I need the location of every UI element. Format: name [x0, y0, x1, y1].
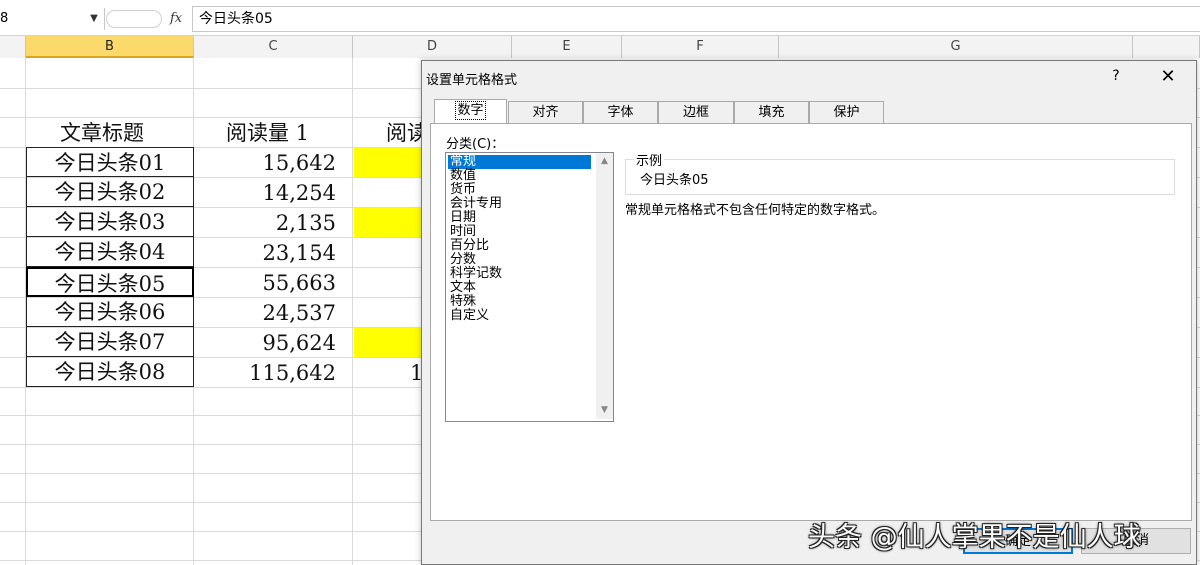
highlighted-cell[interactable] — [354, 208, 424, 237]
category-item[interactable]: 日期 — [448, 211, 591, 225]
column-gridline — [352, 58, 353, 565]
formula-input[interactable]: 今日头条05 — [192, 6, 1200, 32]
watermark-text: 头条 @仙人掌果不是仙人球 — [808, 522, 1141, 553]
title-cell[interactable]: 今日头条01 — [26, 147, 194, 177]
dialog-title: 设置单元格格式 — [426, 73, 518, 88]
category-item[interactable]: 货币 — [448, 183, 591, 197]
format-cells-dialog: 设置单元格格式 ? ✕ 数字 对齐 字体 边框 填充 保护 分类(C)： 常规 … — [421, 60, 1197, 565]
reads-cell[interactable]: 23,154 — [194, 238, 344, 268]
column-header-h[interactable] — [1133, 36, 1200, 58]
tab-alignment[interactable]: 对齐 — [508, 101, 583, 123]
reads-cell[interactable]: 24,537 — [194, 298, 344, 328]
category-item-general[interactable]: 常规 — [448, 155, 591, 169]
reads-cell[interactable]: 15,642 — [194, 148, 344, 178]
category-item[interactable]: 自定义 — [448, 309, 591, 323]
sample-legend: 示例 — [634, 150, 665, 169]
category-item[interactable]: 文本 — [448, 281, 591, 295]
tab-fill[interactable]: 填充 — [734, 101, 809, 123]
category-item[interactable]: 特殊 — [448, 295, 591, 309]
format-description: 常规单元格格式不包含任何特定的数字格式。 — [625, 203, 886, 218]
chevron-down-icon[interactable]: ▼ — [88, 10, 100, 28]
column-header-c[interactable]: C — [194, 36, 353, 58]
help-button[interactable]: ? — [1106, 65, 1126, 87]
sample-value: 今日头条05 — [640, 173, 709, 188]
sample-group: 示例 今日头条05 — [625, 150, 1175, 195]
reads-cell[interactable]: 115,642 — [194, 358, 344, 388]
corner-cell[interactable] — [0, 36, 26, 58]
number-tab-panel: 分类(C)： 常规 数值 货币 会计专用 日期 时间 百分比 分数 科学记数 文… — [430, 123, 1192, 521]
reads-cell[interactable]: 2,135 — [194, 208, 344, 238]
reads-cell[interactable]: 14,254 — [194, 178, 344, 208]
tab-border[interactable]: 边框 — [658, 101, 734, 123]
reads-cell[interactable]: 95,624 — [194, 328, 344, 358]
category-item[interactable]: 会计专用 — [448, 197, 591, 211]
close-button[interactable]: ✕ — [1156, 65, 1180, 89]
tab-font[interactable]: 字体 — [583, 101, 658, 123]
title-cell[interactable]: 今日头条06 — [26, 297, 194, 327]
insert-function-icon[interactable]: fx — [170, 9, 188, 29]
category-item[interactable]: 百分比 — [448, 239, 591, 253]
category-list[interactable]: 常规 数值 货币 会计专用 日期 时间 百分比 分数 科学记数 文本 特殊 自定… — [445, 152, 614, 422]
tab-label: 对齐 — [532, 105, 559, 120]
title-cell[interactable]: 今日头条04 — [26, 237, 194, 267]
header-reads1-cell[interactable]: 阅读量 1 — [226, 118, 309, 148]
category-item[interactable]: 分数 — [448, 253, 591, 267]
tab-label: 填充 — [758, 105, 785, 120]
scroll-down-icon[interactable]: ▼ — [596, 402, 613, 419]
reads-cell[interactable]: 55,663 — [194, 268, 344, 298]
column-header-g[interactable]: G — [779, 36, 1133, 58]
title-cell[interactable]: 今日头条08 — [26, 357, 194, 387]
tab-label: 数字 — [455, 101, 486, 120]
tab-number[interactable]: 数字 — [434, 99, 507, 124]
column-header-f[interactable]: F — [622, 36, 779, 58]
formula-bar-divider — [104, 8, 105, 30]
column-header-e[interactable]: E — [512, 36, 622, 58]
category-item[interactable]: 时间 — [448, 225, 591, 239]
tab-label: 字体 — [607, 105, 634, 120]
title-cell[interactable]: 今日头条07 — [26, 327, 194, 357]
column-header-d[interactable]: D — [353, 36, 512, 58]
title-cell[interactable]: 今日头条02 — [26, 177, 194, 207]
formula-bar-expander[interactable] — [106, 10, 162, 28]
highlighted-cell[interactable] — [354, 328, 424, 357]
column-header-b[interactable]: B — [26, 36, 194, 58]
tab-label: 保护 — [833, 105, 860, 120]
title-cell[interactable]: 今日头条03 — [26, 207, 194, 237]
selected-title-cell[interactable]: 今日头条05 — [26, 267, 194, 297]
category-item[interactable]: 数值 — [448, 169, 591, 183]
category-scrollbar[interactable]: ▲ ▼ — [596, 153, 613, 419]
category-label: 分类(C)： — [446, 137, 505, 152]
header-title-cell[interactable]: 文章标题 — [60, 118, 144, 148]
name-box[interactable]: 8 — [0, 8, 100, 30]
tab-label: 边框 — [682, 105, 709, 120]
scroll-up-icon[interactable]: ▲ — [596, 153, 613, 170]
highlighted-cell[interactable] — [354, 148, 424, 177]
category-item[interactable]: 科学记数 — [448, 267, 591, 281]
tab-protection[interactable]: 保护 — [809, 101, 884, 123]
